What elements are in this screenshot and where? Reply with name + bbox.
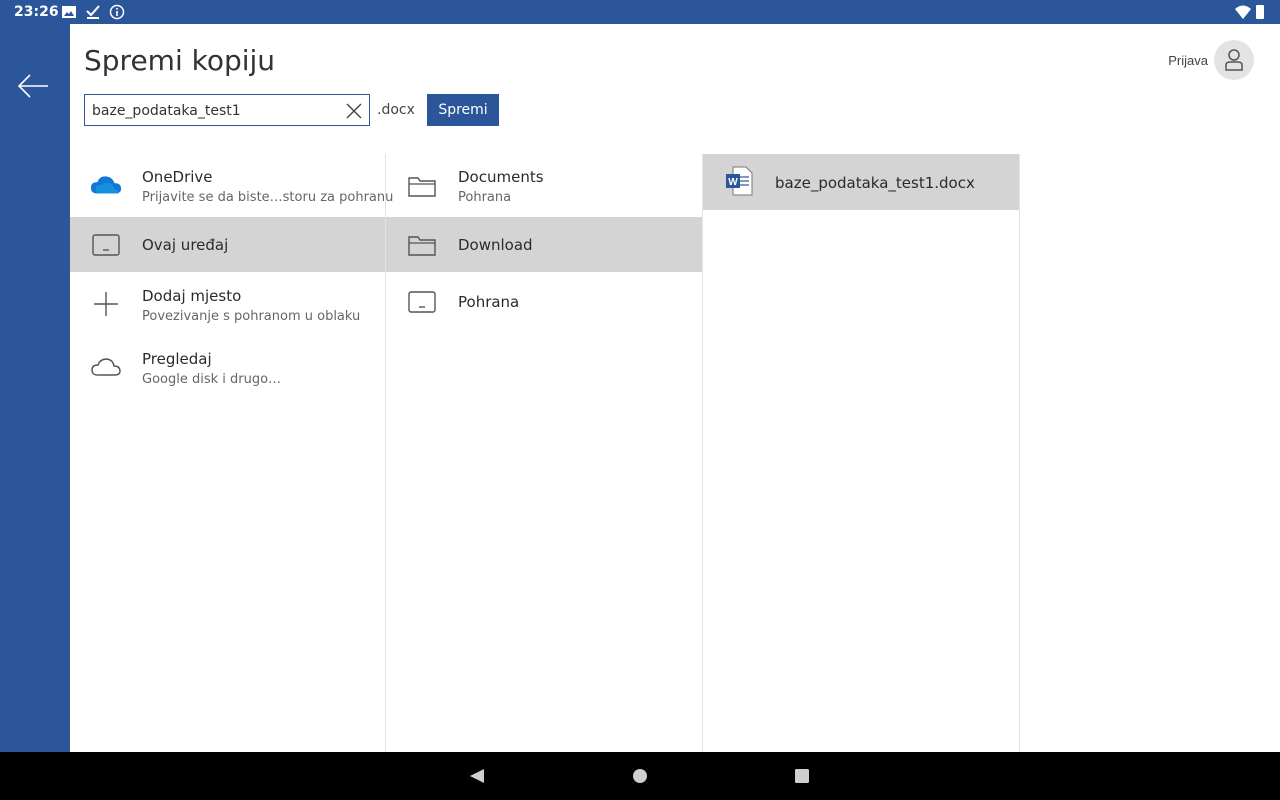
location-name: Dodaj mjesto: [142, 287, 242, 305]
filename-field[interactable]: baze_podataka_test1: [84, 94, 370, 126]
sign-in-label: Prijava: [1168, 52, 1208, 68]
check-icon: [86, 5, 100, 19]
location-item-add-place[interactable]: Dodaj mjesto Povezivanje s pohranom u ob…: [70, 274, 385, 334]
file-name: baze_podataka_test1.docx: [775, 174, 975, 192]
onedrive-icon: [90, 171, 122, 199]
page-title: Spremi kopiju: [84, 44, 276, 77]
nav-recents-icon[interactable]: [792, 766, 812, 786]
plus-icon: [90, 290, 122, 318]
filename-input[interactable]: baze_podataka_test1: [92, 103, 241, 119]
location-item-onedrive[interactable]: OneDrive Prijavite se da biste…storu za …: [70, 154, 393, 216]
save-copy-panel: Spremi kopiju Prijava baze_podataka_test…: [70, 24, 1280, 752]
files-column: W baze_podataka_test1.docx: [703, 154, 1020, 752]
status-time: 23:26: [14, 4, 59, 20]
location-name: Ovaj uređaj: [142, 236, 229, 254]
folder-subtitle: Pohrana: [458, 190, 512, 205]
folder-icon: [406, 231, 438, 259]
folders-column: Documents Pohrana Download Pohrana: [386, 154, 703, 752]
nav-back-icon[interactable]: [467, 766, 487, 786]
folder-icon: [406, 172, 438, 200]
save-button[interactable]: Spremi: [427, 94, 499, 126]
person-icon: [1225, 49, 1243, 71]
locations-column: OneDrive Prijavite se da biste…storu za …: [70, 154, 393, 752]
word-doc-icon: W: [723, 166, 755, 196]
file-item[interactable]: W baze_podataka_test1.docx: [703, 154, 1019, 210]
tablet-icon: [90, 231, 122, 259]
image-icon: [62, 6, 76, 18]
location-item-browse[interactable]: Pregledaj Google disk i drugo…: [70, 337, 385, 397]
folder-item-download[interactable]: Download: [386, 217, 702, 272]
wifi-icon: [1235, 5, 1251, 19]
location-name: Pregledaj: [142, 350, 212, 368]
file-extension: .docx: [377, 102, 415, 118]
tablet-icon: [406, 288, 438, 316]
status-bar: 23:26: [0, 0, 1280, 24]
clear-icon[interactable]: [345, 102, 363, 120]
location-subtitle: Povezivanje s pohranom u oblaku: [142, 309, 361, 324]
avatar: [1214, 40, 1254, 80]
navigation-bar: [0, 752, 1280, 800]
location-subtitle: Prijavite se da biste…storu za pohranu: [142, 190, 394, 205]
location-name: OneDrive: [142, 168, 213, 186]
battery-icon: [1256, 5, 1264, 19]
svg-text:W: W: [728, 177, 738, 188]
info-icon: [109, 4, 125, 20]
folder-name: Download: [458, 236, 533, 254]
back-arrow-icon[interactable]: [14, 68, 54, 104]
location-item-this-device[interactable]: Ovaj uređaj: [70, 217, 385, 272]
folder-name: Documents: [458, 168, 544, 186]
cloud-icon: [90, 353, 122, 381]
sign-in-button[interactable]: Prijava: [1168, 40, 1254, 80]
folder-item-documents[interactable]: Documents Pohrana: [386, 154, 702, 216]
location-subtitle: Google disk i drugo…: [142, 372, 282, 387]
folder-item-storage[interactable]: Pohrana: [386, 274, 702, 329]
folder-name: Pohrana: [458, 293, 520, 311]
left-strip: [0, 24, 70, 752]
nav-home-icon[interactable]: [630, 766, 650, 786]
